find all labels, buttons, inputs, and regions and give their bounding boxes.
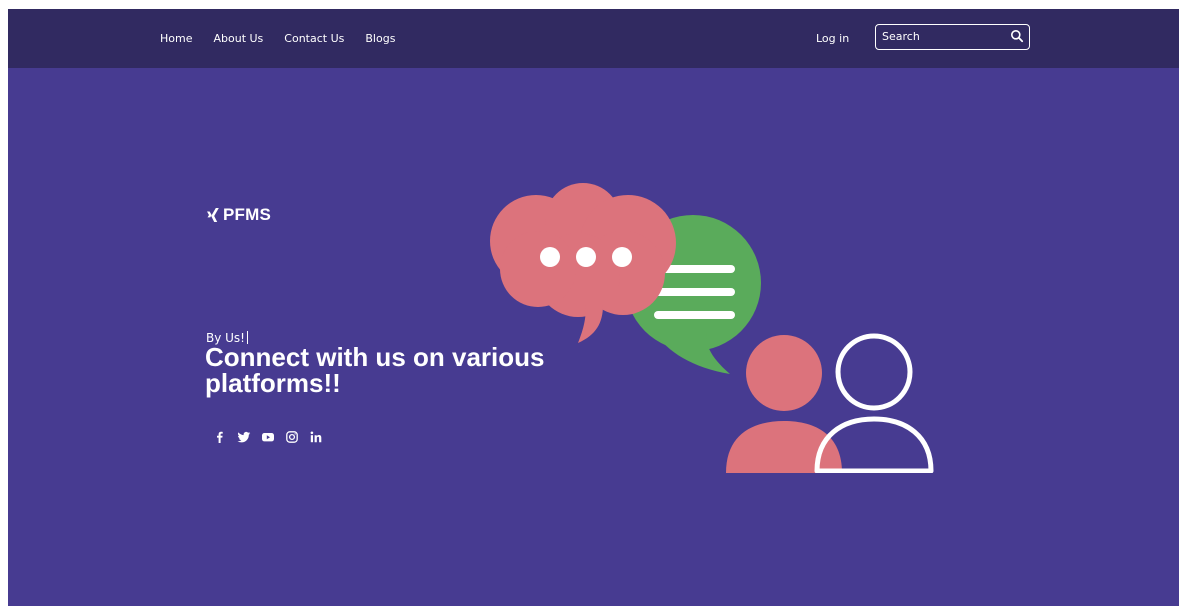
top-navbar: Home About Us Contact Us Blogs Log in <box>8 9 1179 68</box>
xing-logo-icon <box>207 208 219 222</box>
instagram-icon[interactable] <box>285 430 299 444</box>
linkedin-icon[interactable] <box>309 430 323 444</box>
login-link[interactable]: Log in <box>816 32 849 45</box>
nav-link-blogs[interactable]: Blogs <box>365 32 395 45</box>
brand-name: PFMS <box>223 205 272 224</box>
brand-logo[interactable]: PFMS <box>206 205 271 225</box>
search-box <box>875 24 1030 50</box>
chat-people-illustration <box>490 183 934 473</box>
pink-person-icon <box>726 335 842 473</box>
page-frame: Home About Us Contact Us Blogs Log in PF… <box>8 9 1179 606</box>
pink-bubble-dots <box>540 247 632 267</box>
twitter-icon[interactable] <box>237 430 251 444</box>
nav-links: Home About Us Contact Us Blogs <box>160 9 395 68</box>
search-input[interactable] <box>876 25 1004 48</box>
social-links <box>213 430 323 444</box>
nav-link-about-us[interactable]: About Us <box>213 32 263 45</box>
nav-link-home[interactable]: Home <box>160 32 192 45</box>
youtube-icon[interactable] <box>261 430 275 444</box>
facebook-icon[interactable] <box>213 430 227 444</box>
search-icon[interactable] <box>1010 29 1024 43</box>
nav-link-contact-us[interactable]: Contact Us <box>284 32 344 45</box>
